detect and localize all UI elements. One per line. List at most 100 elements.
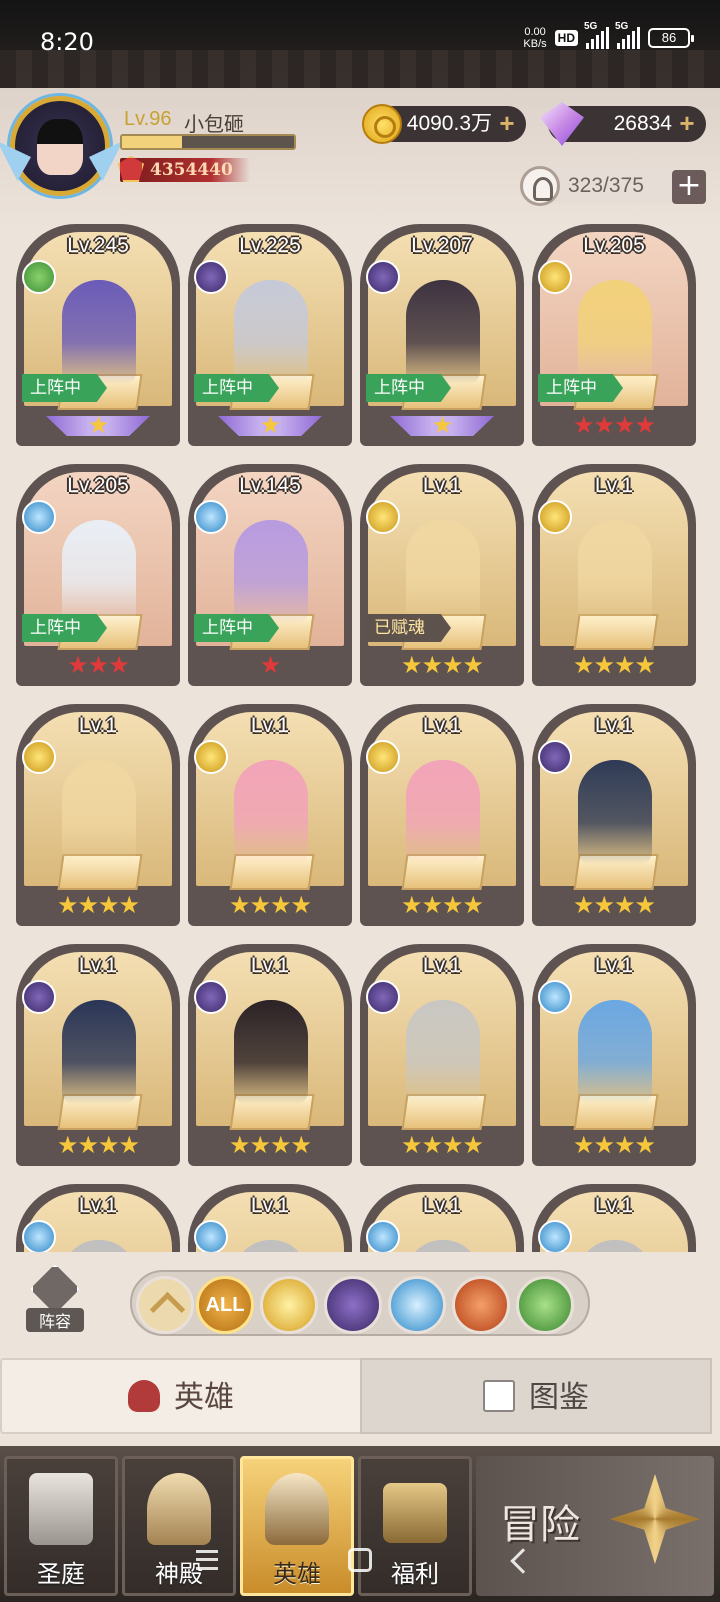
star-icon: ★ [614, 1131, 635, 1159]
hero-level: Lv.205 [67, 474, 129, 497]
holy-faction-icon[interactable] [388, 1276, 446, 1334]
nature-faction-icon [22, 260, 56, 294]
hero-level: Lv.1 [78, 954, 118, 977]
holy-faction-icon [538, 1220, 572, 1252]
star-icon: ★ [228, 891, 250, 919]
hero-level: Lv.1 [250, 714, 290, 737]
hero-card[interactable]: Lv.207 上阵中 ★ [360, 224, 524, 446]
lineup-button[interactable]: 阵容 [24, 1264, 86, 1334]
deployed-badge: 上阵中 [194, 614, 279, 642]
hero-card[interactable]: Lv.1 ★★★★ [532, 944, 696, 1166]
deployed-badge: 上阵中 [194, 374, 279, 402]
star-icon: ★ [593, 651, 614, 679]
net-speed-value: 0.00 [524, 26, 546, 38]
nav-heroes[interactable]: 英雄 [240, 1456, 354, 1596]
star-rating: ★★★★ [532, 892, 696, 918]
nav-court[interactable]: 圣庭 [4, 1456, 118, 1596]
dark-faction-icon [194, 260, 228, 294]
nav-heroes-label: 英雄 [273, 1560, 321, 1588]
hero-card[interactable]: Lv.1 ★★★★ [188, 944, 352, 1166]
star-icon: ★ [421, 651, 442, 679]
nav-court-label: 圣庭 [37, 1560, 85, 1588]
beast-faction-icon[interactable] [452, 1276, 510, 1334]
deployed-badge: 上阵中 [22, 374, 107, 402]
hero-sprite [234, 280, 308, 384]
star-icon: ★ [87, 411, 109, 439]
net-speed: 0.00 KB/s [523, 26, 546, 50]
holy-faction-icon [538, 980, 572, 1014]
hero-helmet-icon [128, 1379, 160, 1412]
exp-bar [120, 134, 296, 150]
hero-card[interactable]: Lv.205 上阵中 ★★★ [16, 464, 180, 686]
hero-level: Lv.207 [411, 234, 473, 257]
dark-faction-icon[interactable] [324, 1276, 382, 1334]
avatar-portrait [37, 119, 83, 175]
hero-card[interactable]: Lv.1 ★★★★ [532, 464, 696, 686]
star-icon: ★ [634, 1131, 656, 1159]
hero-card[interactable]: Lv.245 上阵中 ★ [16, 224, 180, 446]
hero-card[interactable]: Lv.1 [532, 1184, 696, 1252]
holy-faction-icon [22, 500, 56, 534]
hero-card[interactable]: Lv.205 上阵中 ★★★★ [532, 224, 696, 446]
sort-up-icon[interactable] [136, 1276, 194, 1334]
hero-card[interactable]: Lv.1 ★★★★ [360, 944, 524, 1166]
hero-card[interactable]: Lv.1 [360, 1184, 524, 1252]
deployed-badge: 上阵中 [538, 374, 623, 402]
hero-tabs: 英雄 图鉴 [0, 1358, 720, 1434]
star-icon: ★ [270, 891, 291, 919]
filter-all-button[interactable]: ALL [196, 1276, 254, 1334]
nav-adventure[interactable]: 冒险 [476, 1456, 714, 1596]
net-speed-unit: KB/s [523, 38, 547, 50]
star-rating: ★★★★ [360, 652, 524, 678]
star-rating: ★★★★ [188, 892, 352, 918]
add-gold-button[interactable]: + [496, 110, 518, 136]
hero-card[interactable]: Lv.1 已赋魂 ★★★★ [360, 464, 524, 686]
nav-welfare[interactable]: 福利 [358, 1456, 472, 1596]
nature-faction-icon[interactable] [516, 1276, 574, 1334]
tab-codex-label: 图鉴 [529, 1380, 589, 1415]
lineup-label: 阵容 [26, 1308, 84, 1332]
hero-card[interactable]: Lv.1 ★★★★ [360, 704, 524, 926]
hero-level: Lv.1 [422, 714, 462, 737]
hero-card[interactable]: Lv.225 上阵中 ★ [188, 224, 352, 446]
tab-heroes[interactable]: 英雄 [0, 1358, 360, 1434]
light-faction-icon[interactable] [260, 1276, 318, 1334]
hero-level: Lv.1 [422, 474, 462, 497]
tab-codex[interactable]: 图鉴 [360, 1358, 712, 1434]
gem-counter: 26834 + [540, 102, 706, 146]
combat-power: 4354440 [118, 156, 250, 182]
hero-card[interactable]: Lv.1 ★★★★ [16, 944, 180, 1166]
light-faction-icon [366, 740, 400, 774]
hero-card[interactable]: Lv.1 [16, 1184, 180, 1252]
star-icon: ★ [421, 1131, 442, 1159]
hero-card[interactable]: Lv.1 ★★★★ [532, 704, 696, 926]
light-faction-icon [538, 260, 572, 294]
hero-sprite [62, 760, 136, 864]
star-rating: ★★★ [16, 652, 180, 678]
dark-faction-icon [194, 980, 228, 1014]
nav-shrine[interactable]: 神殿 [122, 1456, 236, 1596]
capacity-icon [520, 166, 560, 206]
avatar[interactable] [0, 96, 110, 196]
star-icon: ★ [67, 651, 88, 679]
chest-icon [383, 1483, 447, 1543]
star-icon: ★ [400, 891, 422, 919]
star-rating: ★ [16, 412, 180, 438]
hero-sprite [62, 280, 136, 384]
add-gems-button[interactable]: + [676, 110, 698, 136]
bottom-nav: 圣庭 神殿 英雄 福利 冒险 [0, 1446, 720, 1602]
hero-card[interactable]: Lv.1 ★★★★ [188, 704, 352, 926]
star-icon: ★ [462, 651, 484, 679]
star-rating: ★★★★ [16, 892, 180, 918]
star-icon: ★ [249, 1131, 270, 1159]
star-rating: ★★★★ [360, 892, 524, 918]
hero-card[interactable]: Lv.1 [188, 1184, 352, 1252]
star-icon: ★ [634, 891, 656, 919]
star-icon: ★ [593, 891, 614, 919]
hero-card[interactable]: Lv.1 ★★★★ [16, 704, 180, 926]
helmet-icon [265, 1473, 329, 1545]
hero-level: Lv.1 [594, 954, 634, 977]
expand-capacity-button[interactable]: + [672, 170, 706, 204]
hero-sprite [62, 1000, 136, 1104]
hero-card[interactable]: Lv.145 上阵中 ★ [188, 464, 352, 686]
